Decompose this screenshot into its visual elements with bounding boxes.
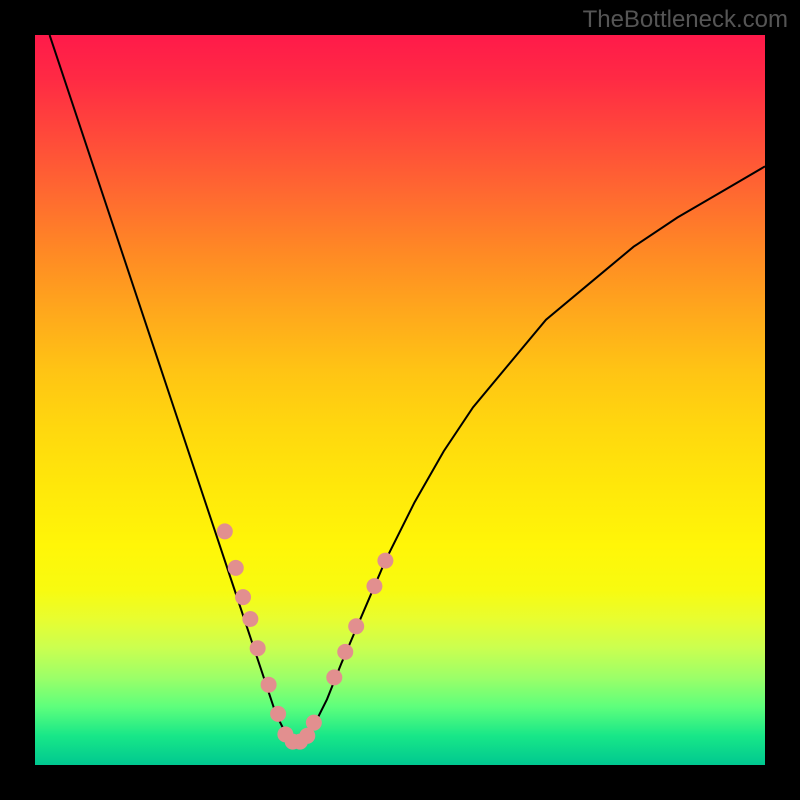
highlight-dot [348, 618, 364, 634]
chart-svg [35, 35, 765, 765]
highlight-dot [270, 706, 286, 722]
highlight-dot [306, 715, 322, 731]
highlight-dot [217, 523, 233, 539]
plot-area [35, 35, 765, 765]
highlight-dot [326, 669, 342, 685]
highlight-dot [261, 677, 277, 693]
highlight-dots-group [217, 523, 394, 749]
highlight-dot [242, 611, 258, 627]
bottleneck-curve [50, 35, 765, 743]
highlight-dot [366, 578, 382, 594]
highlight-dot [235, 589, 251, 605]
highlight-dot [250, 640, 266, 656]
highlight-dot [228, 560, 244, 576]
highlight-dot [377, 553, 393, 569]
highlight-dot [337, 644, 353, 660]
chart-container: TheBottleneck.com [0, 0, 800, 800]
watermark-text: TheBottleneck.com [583, 6, 788, 34]
